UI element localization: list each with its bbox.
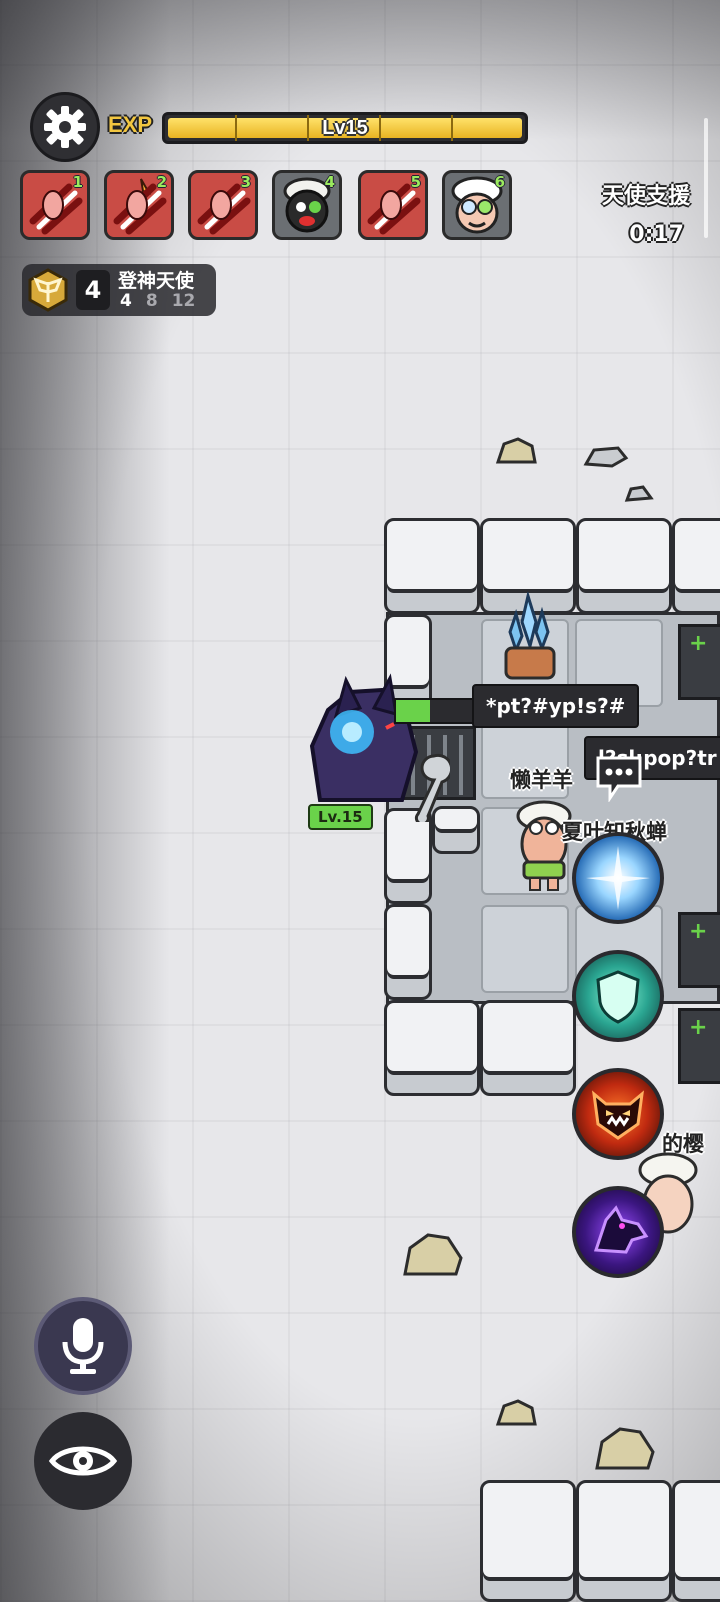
microphone-button[interactable] [34,1297,132,1395]
wall-block [384,904,432,1000]
wall-block [672,518,720,614]
rock [595,1427,655,1470]
scrollbar [704,118,708,238]
rock [624,485,654,502]
wolf-howl-icon [593,1205,649,1254]
gear-icon [44,106,86,148]
slot-number: 2 [156,173,167,191]
eye-toggle-button[interactable] [34,1412,132,1510]
demon-mask-skill-button[interactable] [572,1068,664,1160]
wolf-howl-skill-button[interactable] [572,1186,664,1278]
synergy-tier: 4 [120,291,132,311]
wall-block [480,1480,576,1602]
player-sheep[interactable] [512,800,576,896]
machine: + [678,912,720,988]
skill-slot[interactable]: 1 [20,170,90,240]
rock [495,437,537,464]
chat-bubble-icon[interactable] [592,752,646,802]
light-burst-icon [586,846,650,910]
wall-block [576,1480,672,1602]
angel-support-title: 天使支援 [601,184,690,209]
synergy-tier: 8 [145,291,158,311]
rock [403,1233,463,1276]
crystal-tower-icon [504,592,556,680]
exp-label: EXP [108,112,153,137]
slot-number: 1 [72,173,83,191]
synergy-tiers: 4 8 12 [120,291,195,311]
slot-number: 5 [410,173,421,191]
exp-bar: Lv15 [162,112,528,144]
slot-number: 3 [240,173,251,191]
skill-slot[interactable]: 4 [272,170,342,240]
wall-block [576,518,672,614]
game-scene: + + + Lv.15 懒羊羊 夏叶知秋蝉 的樱 *pt?#yp [0,0,720,1602]
angel-support-timer: 0:17 [629,222,684,247]
wall-block [480,1000,576,1096]
light-burst-skill-button[interactable] [572,832,664,924]
level-text: Lv15 [322,116,368,139]
slot-number: 4 [324,173,335,191]
skill-slot[interactable]: 2 [104,170,174,240]
synergy-panel[interactable]: 4 登神天使 4 8 12 [22,264,216,316]
synergy-tier: 12 [171,291,196,311]
angel-wings-badge-icon [28,268,68,312]
settings-button[interactable] [30,92,100,162]
shield-icon [596,970,640,1024]
player-name: 懒羊羊 [510,768,573,792]
wall-block [672,1480,720,1602]
slot-number: 6 [494,173,505,191]
machine: + [678,1008,720,1084]
demon-mask-icon [592,1090,644,1140]
skill-slot[interactable]: 6 [442,170,512,240]
wall-block [384,1000,480,1096]
enemy-level-tag: Lv.15 [308,804,373,830]
angel-support-panel: 天使支援 0:17 [602,178,690,247]
microphone-icon [62,1318,104,1374]
synergy-name: 登神天使 [118,270,195,292]
skill-slot[interactable]: 5 [358,170,428,240]
shield-skill-button[interactable] [572,950,664,1042]
chat-bubble: *pt?#yp!s?# [472,684,640,728]
enemy-hp-bar [394,698,476,724]
eye-icon [48,1446,118,1476]
skill-slot[interactable]: 3 [188,170,258,240]
wall-block [384,518,480,614]
machine: + [678,624,720,700]
rock [495,1399,537,1426]
wrench-icon [414,753,450,822]
wall-block [384,808,432,904]
synergy-count: 4 [76,270,110,310]
rock [583,446,629,468]
